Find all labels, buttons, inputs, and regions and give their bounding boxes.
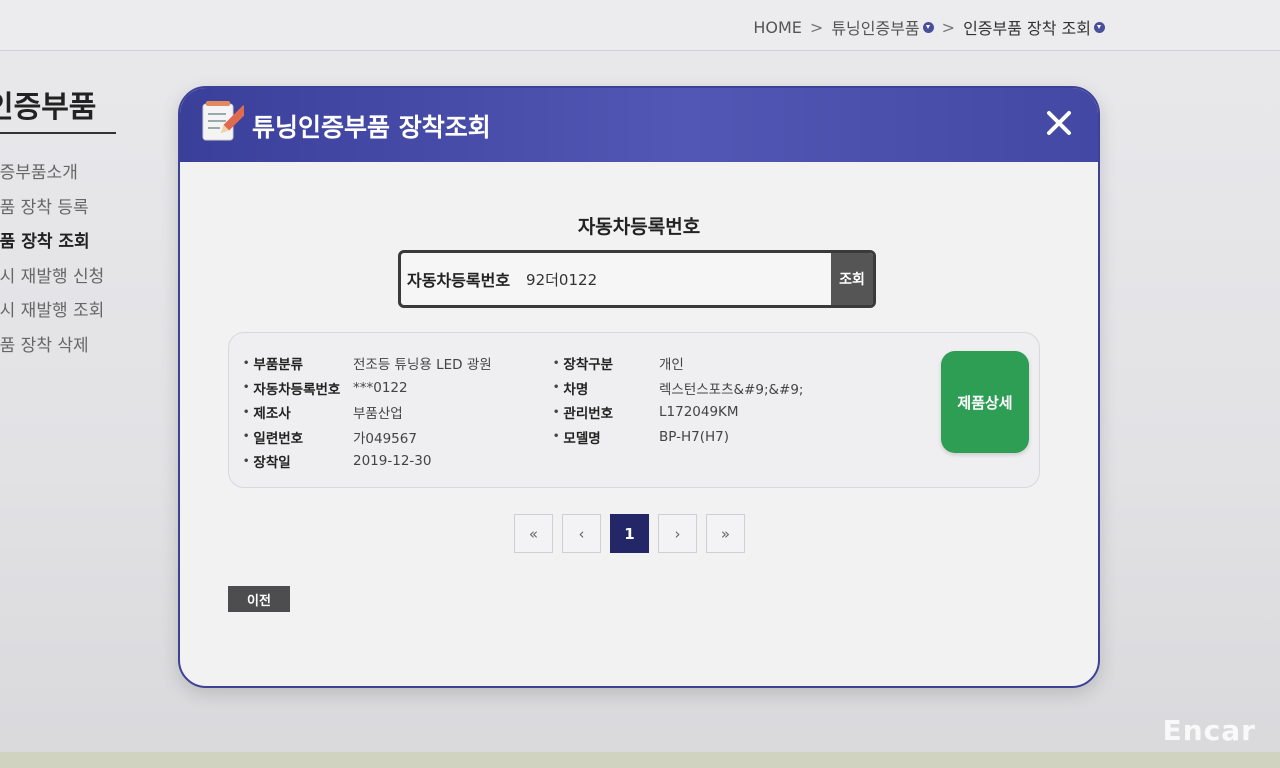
pagination: « ‹ 1 › » [514,514,745,553]
lookup-modal: 튜닝인증부품 장착조회 자동차등록번호 자동차등록번호 조회 부품분류 전조등 … [178,86,1100,688]
detail-row: 모델명 BP-H7(H7) [553,425,803,450]
detail-key: 모델명 [553,427,659,447]
product-detail-button[interactable]: 제품상세 [941,351,1029,453]
detail-key: 일련번호 [243,427,353,447]
os-taskbar [0,752,1280,768]
detail-value: 부품산업 [353,406,403,423]
sidebar-item-delete[interactable]: 부품 장착 삭제 [0,333,104,368]
detail-row: 부품분류 전조등 튜닝용 LED 광원 [243,351,492,376]
detail-value: BP-H7(H7) [659,428,729,445]
detail-value: 전조등 튜닝용 LED 광원 [353,357,492,374]
plate-number-input[interactable] [524,269,809,289]
details-right: 장착구분 개인 차명 렉스턴스포츠&#9;&#9; 관리번호 L172049KM… [553,351,803,449]
detail-key: 자동차등록번호 [243,378,353,398]
modal-title: 튜닝인증부품 장착조회 [252,113,491,142]
detail-value: 2019-12-30 [353,453,432,470]
detail-row: 장착구분 개인 [553,351,803,376]
top-bar: HOME > 튜닝인증부품 > 인증부품 장착 조회 [0,0,1280,51]
prev-page-button[interactable]: ‹ [562,514,601,553]
detail-value: L172049KM [659,404,739,421]
sidebar-item-reissue-request[interactable]: 표시 재발행 신청 [0,264,104,299]
sidebar-nav: 인증부품소개 부품 장착 등록 부품 장착 조회 표시 재발행 신청 표시 재발… [0,160,104,367]
notepad-pencil-icon [200,100,249,144]
search-label: 자동차등록번호 [407,271,511,290]
close-icon[interactable] [1042,106,1076,140]
search-box: 자동차등록번호 조회 [398,250,876,308]
detail-value: 가049567 [353,430,417,447]
detail-key: 차명 [553,378,659,398]
detail-value: 렉스턴스포츠&#9;&#9; [659,381,804,398]
next-page-button[interactable]: › [658,514,697,553]
detail-key: 제조사 [243,402,353,422]
dropdown-icon[interactable] [1094,21,1105,33]
search-heading: 자동차등록번호 [577,216,701,238]
first-page-button[interactable]: « [514,514,553,553]
sidebar-item-reissue-lookup[interactable]: 표시 재발행 조회 [0,298,104,333]
watermark-logo: Encar [1162,714,1256,747]
sidebar-item-register[interactable]: 부품 장착 등록 [0,195,104,230]
breadcrumb: HOME > 튜닝인증부품 > 인증부품 장착 조회 [753,15,1105,39]
breadcrumb-separator: > [809,17,824,37]
breadcrumb-level2-label: 인증부품 장착 조회 [963,19,1091,38]
detail-row: 관리번호 L172049KM [553,400,803,425]
result-card: 부품분류 전조등 튜닝용 LED 광원 자동차등록번호 ***0122 제조사 … [228,332,1040,488]
search-button[interactable]: 조회 [831,253,873,305]
detail-row: 차명 렉스턴스포츠&#9;&#9; [553,376,803,401]
breadcrumb-home[interactable]: HOME [753,18,802,37]
breadcrumb-separator: > [941,17,956,37]
detail-key: 장착일 [243,451,353,471]
back-button[interactable]: 이전 [228,586,290,612]
page-1-button[interactable]: 1 [610,514,649,553]
last-page-button[interactable]: » [706,514,745,553]
details-left: 부품분류 전조등 튜닝용 LED 광원 자동차등록번호 ***0122 제조사 … [243,351,492,474]
sidebar-item-intro[interactable]: 인증부품소개 [0,160,104,195]
dropdown-icon[interactable] [922,21,934,33]
breadcrumb-level2[interactable]: 인증부품 장착 조회 [963,15,1105,39]
modal-header: 튜닝인증부품 장착조회 [180,88,1098,162]
sidebar-item-lookup[interactable]: 부품 장착 조회 [0,229,104,264]
detail-value: ***0122 [353,379,408,396]
detail-key: 장착구분 [553,353,659,373]
breadcrumb-level1-label: 튜닝인증부품 [831,19,920,38]
sidebar-title: 인증부품 [0,82,116,134]
detail-row: 일련번호 가049567 [243,425,492,450]
detail-row: 제조사 부품산업 [243,400,492,425]
detail-row: 자동차등록번호 ***0122 [243,376,492,401]
detail-row: 장착일 2019-12-30 [243,449,492,474]
detail-value: 개인 [659,357,684,374]
breadcrumb-level1[interactable]: 튜닝인증부품 [831,15,934,39]
detail-key: 관리번호 [553,402,659,422]
detail-key: 부품분류 [243,353,353,373]
